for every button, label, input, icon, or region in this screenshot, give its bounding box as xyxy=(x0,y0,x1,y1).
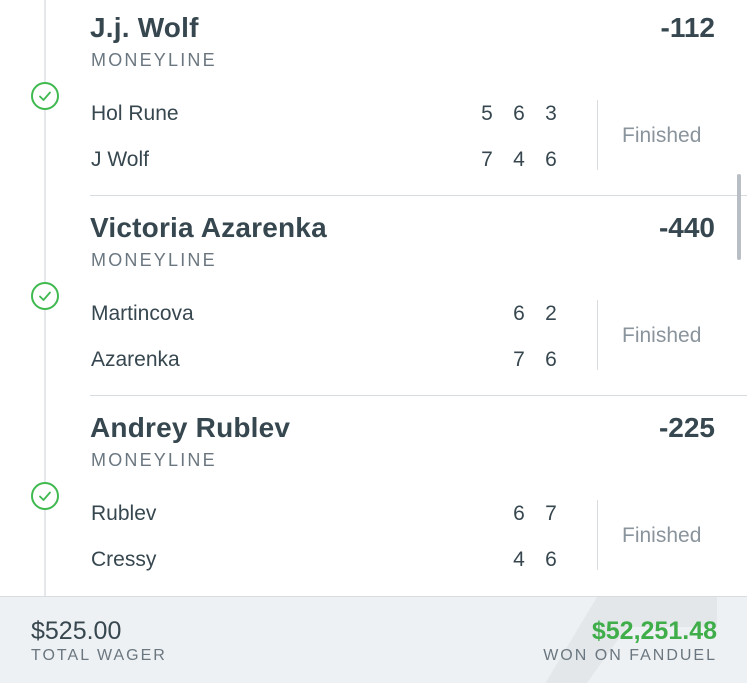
won-label: WON ON FANDUEL xyxy=(543,647,717,664)
selection-name: Victoria Azarenka xyxy=(90,212,327,243)
player-scores: 7 6 xyxy=(503,348,567,372)
total-wager-label: TOTAL WAGER xyxy=(31,647,167,664)
score-divider xyxy=(597,300,598,370)
event-status: Finished xyxy=(622,324,702,347)
check-circle-icon xyxy=(31,482,59,510)
check-circle-icon xyxy=(31,282,59,310)
player-scores: 5 6 3 xyxy=(471,102,567,126)
player-scores: 7 4 6 xyxy=(471,148,567,172)
set-score: 3 xyxy=(545,102,557,125)
event-status: Finished xyxy=(622,524,702,547)
set-score: 4 xyxy=(513,548,525,571)
bet-leg[interactable]: J.j. Wolf -112 MONEYLINE Hol Rune 5 6 3 … xyxy=(0,0,747,196)
bet-leg[interactable]: Andrey Rublev -225 MONEYLINE Rublev 6 7 … xyxy=(0,396,747,596)
player-scores: 6 7 xyxy=(503,502,567,526)
set-score: 7 xyxy=(545,502,557,525)
bet-summary-footer: $525.00 TOTAL WAGER $52,251.48 WON ON FA… xyxy=(0,596,747,683)
score-divider xyxy=(597,500,598,570)
player-name: Azarenka xyxy=(91,348,180,371)
check-circle-icon xyxy=(31,82,59,110)
odds: -112 xyxy=(660,12,716,43)
set-score: 6 xyxy=(513,102,525,125)
market-type: MONEYLINE xyxy=(91,250,217,270)
scrollbar[interactable] xyxy=(737,174,741,260)
player-name: Martincova xyxy=(91,302,194,325)
set-score: 2 xyxy=(545,302,557,325)
selection-name: J.j. Wolf xyxy=(90,12,199,43)
set-score: 5 xyxy=(481,102,493,125)
bet-leg[interactable]: Victoria Azarenka -440 MONEYLINE Martinc… xyxy=(0,196,747,396)
won-amount: $52,251.48 xyxy=(591,617,717,645)
player-scores: 4 6 xyxy=(503,548,567,572)
score-divider xyxy=(597,100,598,170)
player-name: Hol Rune xyxy=(91,102,179,125)
total-wager-amount: $525.00 xyxy=(31,617,122,645)
set-score: 6 xyxy=(513,302,525,325)
event-status: Finished xyxy=(622,124,702,147)
market-type: MONEYLINE xyxy=(91,450,217,470)
player-scores: 6 2 xyxy=(503,302,567,326)
set-score: 7 xyxy=(481,148,493,171)
set-score: 4 xyxy=(513,148,525,171)
player-name: J Wolf xyxy=(91,148,149,171)
selection-name: Andrey Rublev xyxy=(90,412,291,443)
set-score: 7 xyxy=(513,348,525,371)
odds: -225 xyxy=(658,412,715,443)
market-type: MONEYLINE xyxy=(91,50,217,70)
set-score: 6 xyxy=(545,348,557,371)
set-score: 6 xyxy=(545,148,557,171)
set-score: 6 xyxy=(513,502,525,525)
player-name: Rublev xyxy=(91,502,157,525)
player-name: Cressy xyxy=(91,548,157,571)
set-score: 6 xyxy=(545,548,557,571)
odds: -440 xyxy=(658,212,715,243)
